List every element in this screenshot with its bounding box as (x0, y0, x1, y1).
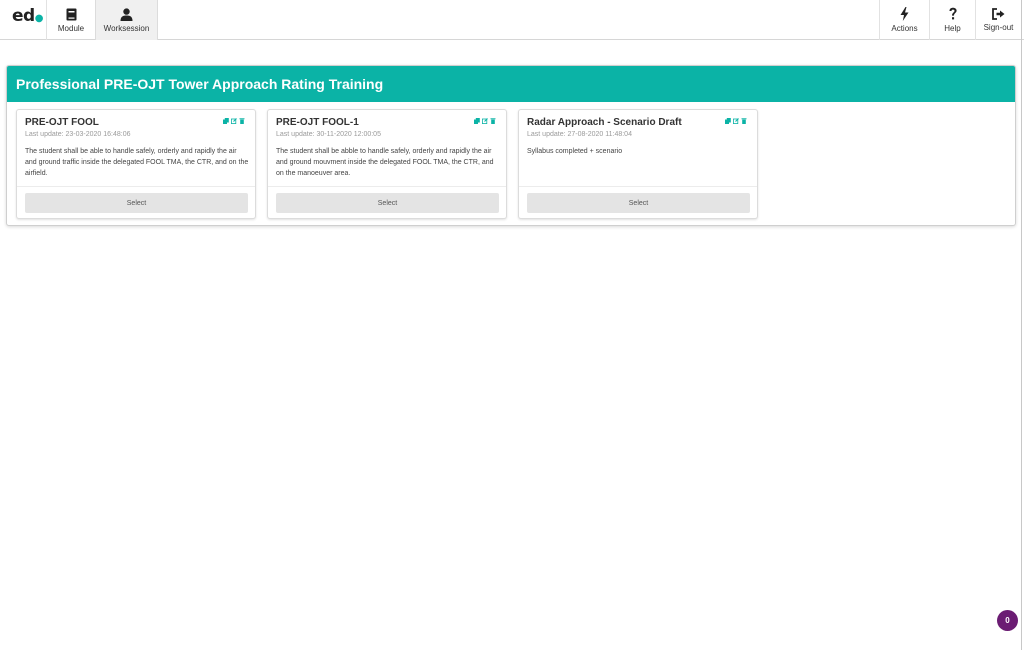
select-button[interactable]: Select (276, 193, 499, 213)
nav-worksession-button[interactable]: Worksession (95, 0, 158, 40)
card-description: The student shall be abble to handle saf… (276, 148, 494, 177)
card-last-update: Last update: 23-03-2020 16:48:06 (25, 131, 131, 138)
nav-worksession-label: Worksession (103, 23, 150, 33)
nav-help-button[interactable]: Help (929, 0, 975, 40)
card-actions (725, 118, 747, 124)
nav-signout-button[interactable]: Sign-out (975, 0, 1021, 40)
trash-icon[interactable] (490, 118, 496, 124)
nav-module-label: Module (57, 23, 85, 33)
select-button[interactable]: Select (527, 193, 750, 213)
panel-title: Professional PRE-OJT Tower Approach Rati… (7, 66, 1015, 102)
bolt-icon (900, 7, 909, 21)
edit-icon[interactable] (482, 118, 488, 124)
divider (268, 186, 506, 187)
module-card: PRE-OJT FOOL Last update: 23-03-2020 16:… (16, 109, 256, 219)
nav-actions-button[interactable]: Actions (879, 0, 929, 40)
sign-out-icon (991, 8, 1004, 20)
notification-badge[interactable]: 0 (997, 610, 1018, 631)
card-last-update: Last update: 27-08-2020 11:48:04 (527, 131, 632, 138)
card-actions (223, 118, 245, 124)
question-icon (949, 7, 957, 20)
card-last-update: Last update: 30-11-2020 12:00:05 (276, 131, 381, 138)
divider (17, 186, 255, 187)
nav-module-button[interactable]: Module (47, 0, 95, 40)
module-card: Radar Approach - Scenario Draft Last upd… (518, 109, 758, 219)
card-description: Syllabus completed + scenario (527, 148, 623, 155)
scrollbar-edge (1021, 0, 1022, 650)
copy-icon[interactable] (725, 118, 731, 124)
trash-icon[interactable] (239, 118, 245, 124)
card-title: Radar Approach - Scenario Draft (527, 117, 682, 128)
user-icon (120, 7, 133, 21)
training-panel: Professional PRE-OJT Tower Approach Rati… (6, 65, 1016, 226)
card-title: PRE-OJT FOOL (25, 117, 99, 128)
card-description: The student shall be able to handle safe… (25, 148, 249, 177)
nav-actions-label: Actions (891, 24, 918, 33)
card-title: PRE-OJT FOOL-1 (276, 117, 359, 128)
select-button[interactable]: Select (25, 193, 248, 213)
module-card: PRE-OJT FOOL-1 Last update: 30-11-2020 1… (267, 109, 507, 219)
card-actions (474, 118, 496, 124)
copy-icon[interactable] (474, 118, 480, 124)
top-navbar: ed● Module Worksession Actions Help Sign… (0, 0, 1024, 40)
logo-dot: ● (34, 13, 44, 24)
logo-text: ed (12, 6, 35, 26)
copy-icon[interactable] (223, 118, 229, 124)
edit-icon[interactable] (733, 118, 739, 124)
book-icon (66, 8, 76, 20)
trash-icon[interactable] (741, 118, 747, 124)
nav-help-label: Help (944, 24, 961, 33)
nav-signout-label: Sign-out (983, 23, 1014, 32)
edit-icon[interactable] (231, 118, 237, 124)
app-logo[interactable]: ed● (12, 6, 43, 26)
divider (519, 186, 757, 187)
